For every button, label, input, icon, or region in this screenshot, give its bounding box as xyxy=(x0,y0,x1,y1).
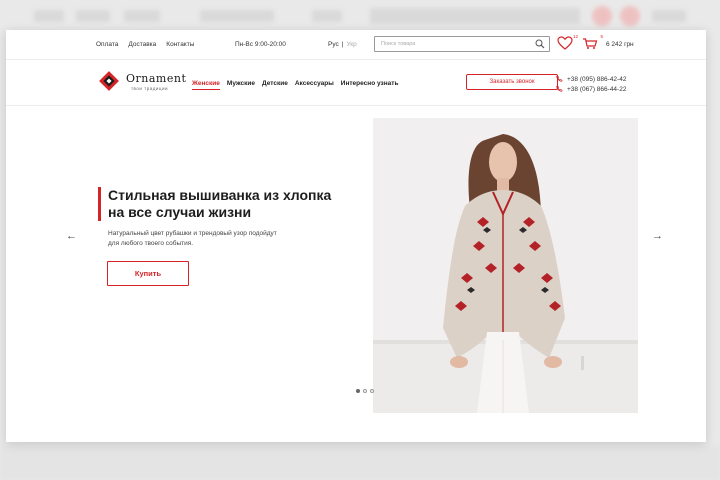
logo-tagline: твои традиции xyxy=(131,86,168,91)
language-switcher: Рус | Укр xyxy=(328,41,357,48)
lang-ua[interactable]: Укр xyxy=(346,41,356,48)
order-call-button[interactable]: Заказать звонок xyxy=(466,74,558,90)
phone-icon xyxy=(556,84,563,94)
buy-button[interactable]: Купить xyxy=(107,261,189,286)
nav-item-kids[interactable]: Детские xyxy=(262,80,288,90)
phone-list: +38 (095) 886-42-42 +38 (067) 866-44-22 xyxy=(556,74,626,94)
slider-dot[interactable] xyxy=(370,389,374,393)
nav-item-accessories[interactable]: Аксессуары xyxy=(295,80,334,90)
phone-number: +38 (067) 866-44-22 xyxy=(567,85,627,93)
arrow-left-icon[interactable]: ← xyxy=(66,230,77,242)
logo[interactable]: Ornament твои традиции xyxy=(96,66,186,98)
wishlist-count: 12 xyxy=(572,34,578,39)
link-contacts[interactable]: Контакты xyxy=(166,41,194,48)
nav-item-women[interactable]: Женские xyxy=(192,80,220,90)
hero-title-line: Стильная вышиванка из хлопка xyxy=(108,187,332,203)
top-links: Оплата Доставка Контакты xyxy=(96,41,194,48)
search-input[interactable] xyxy=(375,37,525,51)
link-delivery[interactable]: Доставка xyxy=(128,41,156,48)
phone-row[interactable]: +38 (067) 866-44-22 xyxy=(556,84,626,94)
lang-ru[interactable]: Рус xyxy=(328,41,339,48)
top-bar: Оплата Доставка Контакты Пн-Вс 9:00-20:0… xyxy=(6,30,706,60)
hero-photo xyxy=(373,118,638,413)
slider-dots xyxy=(356,389,374,393)
hero-description: Натуральный цвет рубашки и трендовый узо… xyxy=(108,230,277,247)
arrow-right-icon[interactable]: → xyxy=(652,230,663,242)
hero-title-line: на все случаи жизни xyxy=(108,204,252,220)
nav-item-interesting[interactable]: Интересно узнать xyxy=(341,80,399,90)
cart-total[interactable]: 6 242 грн xyxy=(606,41,634,48)
link-payment[interactable]: Оплата xyxy=(96,41,118,48)
storefront-page: Оплата Доставка Контакты Пн-Вс 9:00-20:0… xyxy=(6,30,706,442)
main-nav: Женские Мужские Детские Аксессуары Интер… xyxy=(192,80,398,90)
phone-number: +38 (095) 886-42-42 xyxy=(567,75,627,83)
main-header: Ornament твои традиции Женские Мужские Д… xyxy=(6,60,706,106)
search-icon[interactable] xyxy=(535,39,545,51)
lang-separator: | xyxy=(341,41,344,48)
cart-icon xyxy=(582,38,598,52)
wishlist-button[interactable]: 12 xyxy=(557,34,578,52)
cart-button[interactable]: 5 xyxy=(582,34,603,52)
phone-row[interactable]: +38 (095) 886-42-42 xyxy=(556,74,626,84)
blurred-backdrop-bottom xyxy=(0,446,720,480)
slider-dot[interactable] xyxy=(363,389,367,393)
heart-icon xyxy=(557,36,573,52)
nav-item-men[interactable]: Мужские xyxy=(227,80,255,90)
search-box xyxy=(374,36,550,52)
cart-count: 5 xyxy=(600,34,603,39)
ornament-logo-icon xyxy=(98,70,120,92)
logo-name: Ornament xyxy=(126,72,187,85)
working-hours: Пн-Вс 9:00-20:00 xyxy=(235,41,286,48)
phone-icon xyxy=(556,74,563,84)
hero-title: Стильная вышиванка из хлопка на все случ… xyxy=(98,187,348,221)
slider-dot[interactable] xyxy=(356,389,360,393)
